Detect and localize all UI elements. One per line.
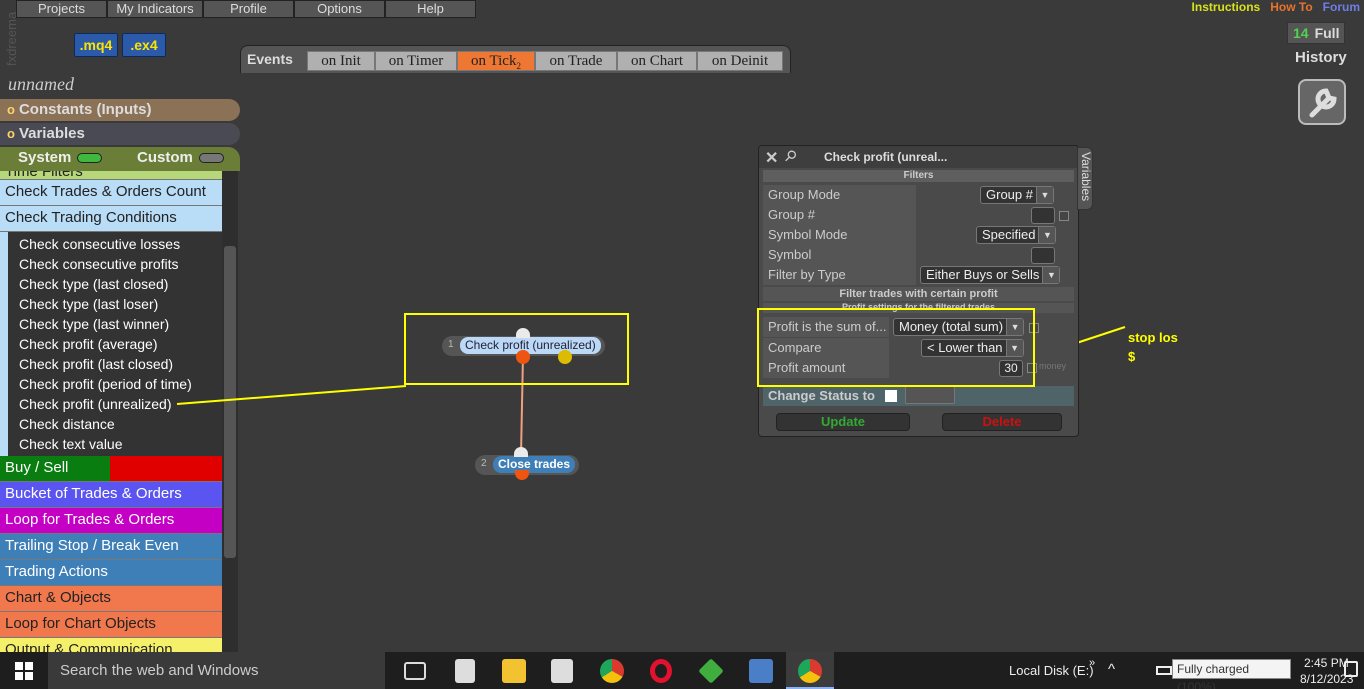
group-number-label: Group # [763, 205, 916, 225]
trading-app-icon[interactable] [698, 658, 724, 684]
task-view-icon[interactable] [404, 662, 426, 680]
symbol-label: Symbol [763, 245, 916, 265]
profit-amount-unit: money [1039, 361, 1067, 371]
change-status-row: Change Status to [763, 386, 1074, 406]
annotation-arrow-left [176, 385, 407, 405]
change-status-checkbox[interactable] [885, 390, 897, 402]
update-button[interactable]: Update [776, 413, 910, 431]
tray-time[interactable]: 2:45 PM [1304, 656, 1349, 670]
group-mode-value: Group # [986, 187, 1033, 202]
variables-side-tab[interactable]: Variables [1077, 147, 1093, 210]
change-status-label: Change Status to [768, 388, 875, 403]
block-properties-window: ✕ ⚲ Check profit (unreal... Filters Grou… [758, 145, 1079, 437]
group-number-checkbox[interactable] [1059, 211, 1069, 221]
tray-local-disk[interactable]: Local Disk (E:) [1009, 663, 1094, 678]
group-number-input[interactable] [1031, 207, 1055, 224]
chrome-icon[interactable] [600, 659, 624, 683]
calculator-icon[interactable] [455, 659, 475, 683]
opera-icon[interactable] [650, 659, 672, 683]
section-filters: Filters [763, 170, 1074, 182]
row-group-number: Group # [763, 205, 1074, 225]
change-status-input[interactable] [905, 386, 955, 404]
chrome-icon[interactable] [798, 659, 822, 683]
tray-show-hidden-icon[interactable]: ^ [1108, 661, 1115, 678]
variables-side-tab-label: Variables [1079, 152, 1093, 202]
node-label: Close trades [493, 456, 576, 473]
windows-start-icon[interactable] [15, 662, 33, 680]
row-group-mode: Group Mode Group # ▼ [763, 185, 1074, 205]
close-icon[interactable]: ✕ [765, 148, 778, 168]
annotation-box-node [404, 313, 629, 385]
annotation-note-dollar: $ [1128, 349, 1136, 364]
symbol-mode-label: Symbol Mode [763, 225, 916, 245]
row-symbol-mode: Symbol Mode Specified ▼ [763, 225, 1074, 245]
section-profit-filter: Filter trades with certain profit [763, 287, 1074, 301]
canvas-connections [176, 326, 1126, 456]
taskbar-search-input[interactable]: Search the web and Windows [48, 652, 385, 689]
network-app-icon[interactable] [749, 659, 773, 683]
filter-type-select[interactable]: Either Buys or Sells ▼ [920, 266, 1061, 284]
row-filter-type: Filter by Type Either Buys or Sells ▼ [763, 265, 1074, 285]
chevron-down-icon: ▼ [1042, 267, 1060, 283]
row-symbol: Symbol [763, 245, 1074, 265]
filter-type-label: Filter by Type [763, 265, 916, 285]
symbol-mode-select[interactable]: Specified ▼ [976, 226, 1057, 244]
properties-title: Check profit (unreal... [824, 150, 948, 164]
delete-button[interactable]: Delete [942, 413, 1062, 431]
symbol-input[interactable] [1031, 247, 1055, 264]
notification-icon[interactable] [1344, 661, 1358, 677]
store-icon[interactable] [551, 659, 573, 683]
annotation-box-settings [757, 308, 1035, 387]
battery-tooltip: Fully charged (100%) [1172, 659, 1291, 689]
group-mode-select[interactable]: Group # ▼ [980, 186, 1054, 204]
tray-chevron-icon[interactable]: » [1089, 657, 1095, 669]
chevron-down-icon: ▼ [1038, 227, 1056, 243]
group-mode-label: Group Mode [763, 185, 916, 205]
battery-icon[interactable] [1156, 666, 1172, 675]
pin-icon[interactable]: ⚲ [780, 146, 801, 166]
file-explorer-icon[interactable] [502, 659, 526, 683]
chevron-down-icon: ▼ [1035, 187, 1053, 203]
filter-type-value: Either Buys or Sells [926, 267, 1040, 282]
node-number: 2 [481, 458, 487, 469]
symbol-mode-value: Specified [982, 227, 1036, 242]
node-input-port[interactable] [514, 447, 528, 457]
properties-header[interactable]: ✕ ⚲ Check profit (unreal... [759, 146, 1078, 168]
windows-taskbar: Search the web and Windows Local Disk (E… [0, 652, 1364, 689]
annotation-note-stoploss: stop los [1128, 330, 1178, 345]
